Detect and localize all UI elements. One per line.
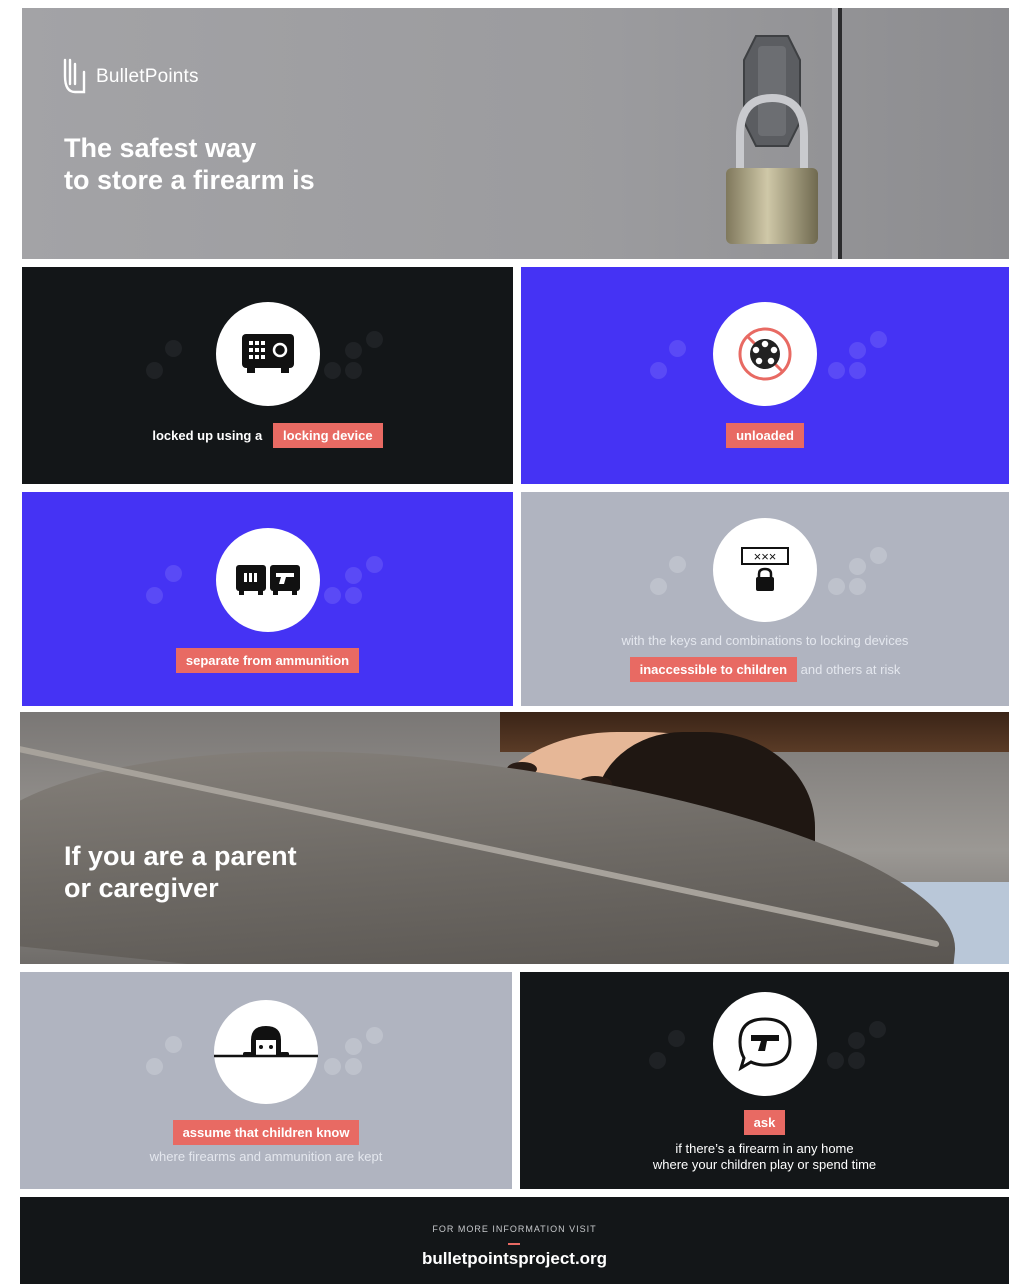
hand-icon (63, 58, 86, 94)
empty-cylinder-icon-circle (713, 302, 817, 406)
footer-small-text: FOR MORE INFORMATION VISIT (432, 1224, 597, 1234)
decor-dot (848, 1052, 865, 1069)
unloaded-tag: unloaded (726, 423, 804, 448)
password-lock-icon-circle: ××× (713, 518, 817, 622)
separate-caption: separate from ammunition (22, 648, 513, 673)
safe-icon-circle (215, 302, 320, 406)
unloaded-caption: unloaded (521, 423, 1009, 448)
separate-safes-icon (235, 565, 300, 595)
ask-tag: ask (743, 1110, 786, 1135)
decor-dot (827, 1052, 844, 1069)
parent-title-line2: or caregiver (64, 873, 219, 903)
card-separate: separate from ammunition (22, 492, 513, 706)
separate-safes-icon-circle (215, 528, 320, 632)
ask-caption: ask (520, 1110, 1009, 1135)
decor-dot (366, 1027, 383, 1044)
decor-dot (668, 1030, 685, 1047)
parent-panel: If you are a parent or caregiver (20, 712, 1009, 964)
decor-dot (849, 342, 866, 359)
svg-text:×××: ××× (754, 549, 777, 564)
decor-dot (345, 1038, 362, 1055)
assume-caption: assume that children know (20, 1120, 512, 1145)
password-lock-icon: ××× (741, 547, 789, 591)
decor-dot (165, 1036, 182, 1053)
hero-title-line1: The safest way (64, 133, 257, 163)
decor-dot (870, 331, 887, 348)
cabinet-seam (838, 8, 842, 259)
decor-dot (649, 1052, 666, 1069)
card-inaccessible: ××× with the keys and combinations to lo… (521, 492, 1009, 706)
decor-dot (146, 587, 163, 604)
card-locked: locked up using a locking device (22, 267, 513, 484)
assume-tag: assume that children know (172, 1120, 360, 1145)
decor-dot (870, 547, 887, 564)
decor-dot (869, 1021, 886, 1038)
decor-dot (324, 362, 341, 379)
padlock-image (726, 35, 818, 244)
decor-dot (165, 565, 182, 582)
card-assume: assume that children know where firearms… (20, 972, 512, 1189)
inaccessible-line1: with the keys and combinations to lockin… (621, 633, 909, 648)
ask-line1: if there’s a firearm in any home (675, 1141, 854, 1156)
footer: FOR MORE INFORMATION VISIT bulletpointsp… (20, 1197, 1009, 1284)
safe-icon (241, 334, 294, 373)
decor-dot (345, 362, 362, 379)
footer-divider (508, 1243, 520, 1245)
decor-dot (345, 1058, 362, 1075)
locked-text: locked up using a (152, 428, 263, 443)
card-ask: ask if there’s a firearm in any home whe… (520, 972, 1009, 1189)
brand-name: BulletPoints (96, 66, 199, 87)
empty-cylinder-icon (738, 327, 792, 381)
parent-title-line1: If you are a parent (64, 841, 297, 871)
decor-dot (146, 1058, 163, 1075)
speech-bubble-gun-icon-circle (712, 992, 817, 1096)
decor-dot (345, 342, 362, 359)
decor-dot (669, 556, 686, 573)
footer-url-link[interactable]: bulletpointsproject.org (20, 1249, 1009, 1269)
decor-dot (650, 578, 667, 595)
peeking-child-icon (214, 1026, 318, 1058)
decor-dot (849, 362, 866, 379)
hero-title: The safest way to store a firearm is (64, 132, 315, 196)
decor-dot (366, 556, 383, 573)
cabinet-seam-highlight (832, 8, 838, 259)
decor-dot (165, 340, 182, 357)
inaccessible-after: and others at risk (800, 662, 901, 677)
assume-line: where firearms and ammunition are kept (149, 1149, 383, 1164)
decor-dot (828, 578, 845, 595)
decor-dot (366, 331, 383, 348)
decor-dot (324, 587, 341, 604)
decor-dot (669, 340, 686, 357)
brand-logo[interactable]: BulletPoints (62, 58, 199, 96)
locking-device-tag: locking device (273, 423, 383, 448)
decor-dot (146, 362, 163, 379)
decor-dot (324, 1058, 341, 1075)
locked-caption: locked up using a locking device (22, 423, 513, 448)
card-unloaded: unloaded (521, 267, 1009, 484)
peeking-child-icon-circle (214, 1000, 318, 1104)
inaccessible-tag: inaccessible to children (629, 657, 798, 682)
decor-dot (828, 362, 845, 379)
decor-dot (650, 362, 667, 379)
hero-panel: BulletPoints The safest way to store a f… (22, 8, 1009, 259)
parent-title: If you are a parent or caregiver (64, 840, 297, 904)
decor-dot (345, 567, 362, 584)
decor-dot (849, 578, 866, 595)
inaccessible-line2: inaccessible to children and others at r… (521, 657, 1009, 682)
decor-dot (849, 558, 866, 575)
speech-bubble-gun-icon (737, 1017, 792, 1072)
decor-dot (848, 1032, 865, 1049)
decor-dot (345, 587, 362, 604)
separate-tag: separate from ammunition (175, 648, 360, 673)
hero-title-line2: to store a firearm is (64, 165, 315, 195)
ask-line2: where your children play or spend time (652, 1157, 877, 1172)
